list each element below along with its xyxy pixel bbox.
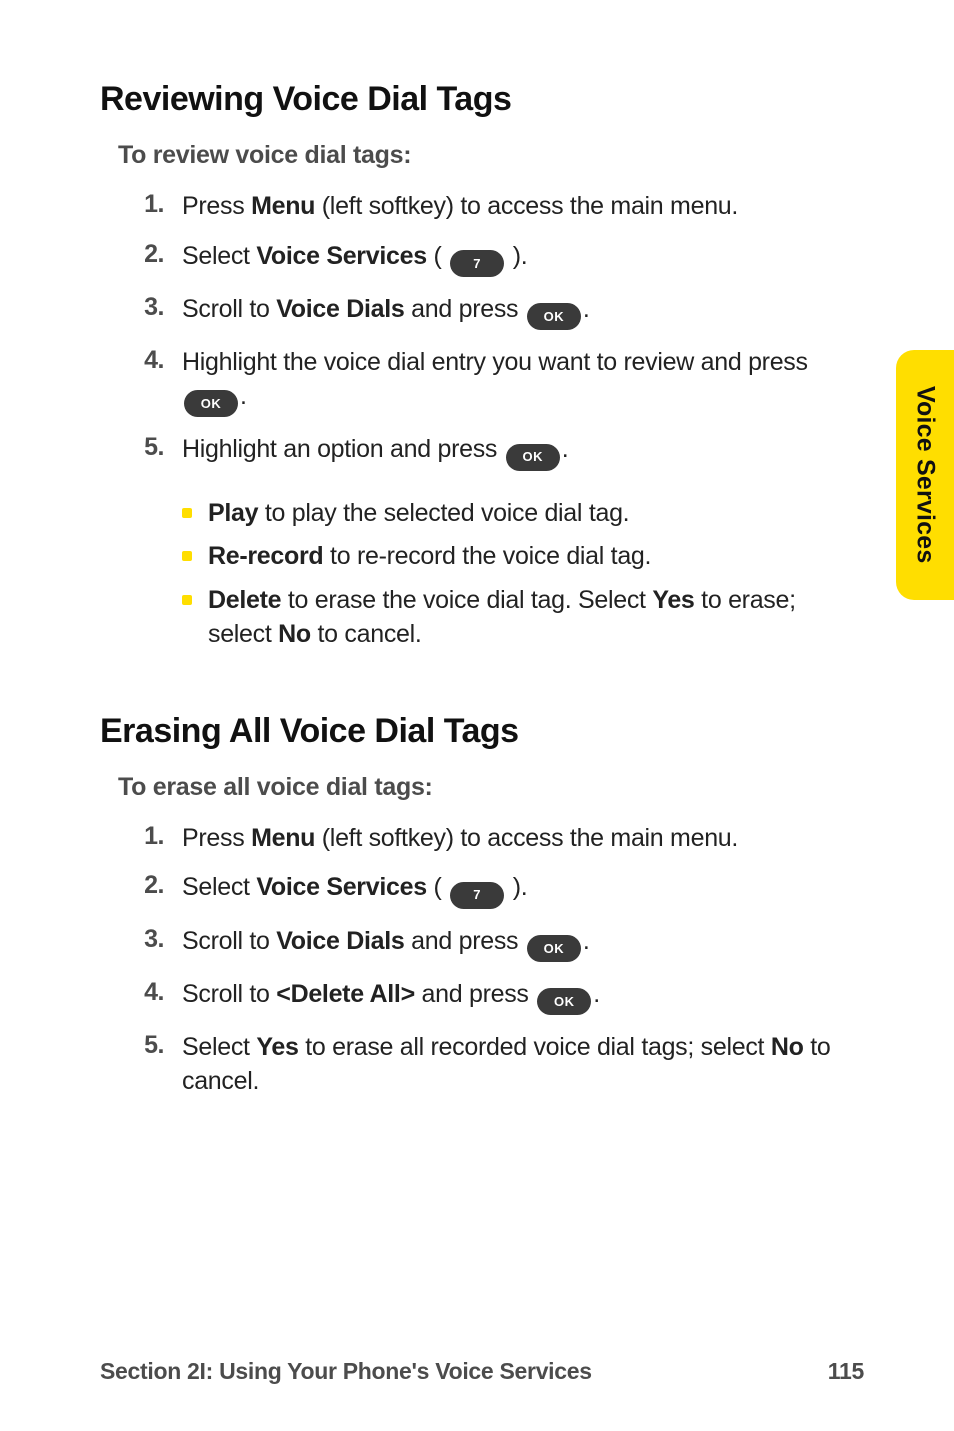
bold-term: Voice Dials [276, 295, 404, 323]
section-heading: Reviewing Voice Dial Tags [100, 80, 864, 119]
list-item: Play to play the selected voice dial tag… [182, 497, 864, 531]
step-text: Select Yes to erase all recorded voice d… [182, 1031, 864, 1099]
list-item: 5.Highlight an option and press OK. [138, 433, 864, 470]
ok-key-icon: OK [537, 988, 591, 1015]
7-key-icon: 7 [450, 250, 504, 277]
steps-list: 1.Press Menu (left softkey) to access th… [138, 190, 864, 662]
list-item: 2.Select Voice Services ( 7 ). [138, 871, 864, 908]
section-subheading: To erase all voice dial tags: [118, 773, 864, 802]
page-root: Voice Services Reviewing Voice Dial Tags… [0, 0, 954, 1431]
bold-term: Menu [251, 192, 315, 220]
bullet-icon [182, 595, 192, 605]
list-item: Re-record to re-record the voice dial ta… [182, 540, 864, 574]
ok-key-icon: OK [527, 935, 581, 962]
step-number: 1. [138, 822, 182, 851]
step-text: Highlight an option and press OK. [182, 433, 864, 470]
step-number: 1. [138, 190, 182, 219]
bullet-icon [182, 551, 192, 561]
step-number: 5. [138, 1031, 182, 1060]
bold-term: Voice Dials [276, 927, 404, 955]
step-text: Press Menu (left softkey) to access the … [182, 190, 864, 224]
7-key-icon: 7 [450, 882, 504, 909]
bullet-text: Delete to erase the voice dial tag. Sele… [208, 584, 864, 652]
bold-term: Voice Services [256, 873, 426, 901]
bold-term: Yes [652, 586, 694, 614]
list-item: 2.Select Voice Services ( 7 ). [138, 240, 864, 277]
step-text: Scroll to Voice Dials and press OK. [182, 925, 864, 962]
list-item: 1.Press Menu (left softkey) to access th… [138, 822, 864, 856]
bullet-text: Play to play the selected voice dial tag… [208, 497, 864, 531]
list-item: Delete to erase the voice dial tag. Sele… [182, 584, 864, 652]
step-text: Scroll to Voice Dials and press OK. [182, 293, 864, 330]
bold-term: Delete [208, 586, 281, 614]
side-tab-label: Voice Services [911, 386, 940, 563]
list-item: 3.Scroll to Voice Dials and press OK. [138, 293, 864, 330]
step-number: 3. [138, 925, 182, 954]
page-footer: Section 2I: Using Your Phone's Voice Ser… [100, 1358, 864, 1385]
bold-term: Voice Services [256, 242, 426, 270]
step-number: 3. [138, 293, 182, 322]
step-number: 2. [138, 240, 182, 269]
step-text: Highlight the voice dial entry you want … [182, 346, 864, 417]
ok-key-icon: OK [527, 303, 581, 330]
list-item: Play to play the selected voice dial tag… [138, 487, 864, 662]
bold-term: Yes [256, 1033, 298, 1061]
ok-key-icon: OK [506, 444, 560, 471]
step-text: Select Voice Services ( 7 ). [182, 871, 864, 908]
bullet-icon [182, 508, 192, 518]
list-item: 3.Scroll to Voice Dials and press OK. [138, 925, 864, 962]
steps-list: 1.Press Menu (left softkey) to access th… [138, 822, 864, 1099]
bold-term: <Delete All> [276, 980, 415, 1008]
footer-page-number: 115 [828, 1358, 864, 1385]
section-subheading: To review voice dial tags: [118, 141, 864, 170]
step-number: 4. [138, 346, 182, 375]
list-item: 1.Press Menu (left softkey) to access th… [138, 190, 864, 224]
section-heading: Erasing All Voice Dial Tags [100, 712, 864, 751]
content: Reviewing Voice Dial Tags To review voice… [100, 80, 864, 1099]
list-item: 4.Highlight the voice dial entry you wan… [138, 346, 864, 417]
footer-section-label: Section 2I: Using Your Phone's Voice Ser… [100, 1358, 592, 1385]
bold-term: No [771, 1033, 804, 1061]
step-number: 2. [138, 871, 182, 900]
side-tab: Voice Services [896, 350, 954, 600]
list-item: 4.Scroll to <Delete All> and press OK. [138, 978, 864, 1015]
list-item: 5.Select Yes to erase all recorded voice… [138, 1031, 864, 1099]
bullet-text: Re-record to re-record the voice dial ta… [208, 540, 864, 574]
step-text: Press Menu (left softkey) to access the … [182, 822, 864, 856]
bold-term: Menu [251, 824, 315, 852]
bold-term: Re-record [208, 542, 323, 570]
step-number: 5. [138, 433, 182, 462]
step-text: Scroll to <Delete All> and press OK. [182, 978, 864, 1015]
bold-term: No [278, 620, 311, 648]
step-number: 4. [138, 978, 182, 1007]
step-text: Select Voice Services ( 7 ). [182, 240, 864, 277]
ok-key-icon: OK [184, 390, 238, 417]
bold-term: Play [208, 499, 258, 527]
bullet-list: Play to play the selected voice dial tag… [182, 497, 864, 652]
